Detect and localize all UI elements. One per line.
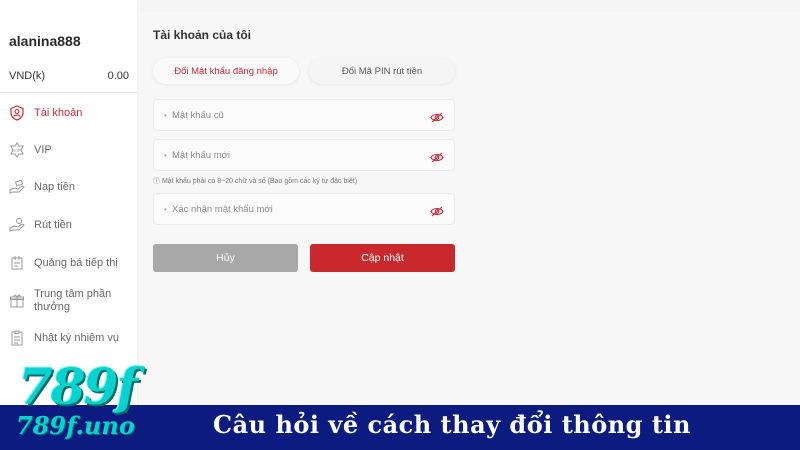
sidebar-item-label: Tài khoản [34, 106, 83, 119]
page-title: Tài khoản của tôi [153, 28, 252, 42]
brand-domain: 789f.uno [16, 411, 135, 440]
sidebar-item-deposit[interactable]: Nạp tiền [0, 172, 137, 202]
info-icon: ⓘ [153, 178, 160, 185]
sidebar-item-label: Trung tâm phần thưởng [34, 288, 112, 313]
task-log-icon [9, 330, 25, 346]
vip-badge-icon: VIP [9, 142, 25, 158]
balance-value: 0.00 [107, 70, 129, 82]
eye-hidden-icon[interactable] [430, 204, 444, 217]
sidebar-item-label: Nạp tiền [34, 180, 75, 193]
sidebar-divider [0, 92, 137, 93]
promotion-icon [9, 255, 25, 271]
new-password-input[interactable] [154, 140, 424, 170]
banner-title: Câu hỏi về cách thay đổi thông tin [213, 410, 691, 439]
sidebar-item-promotion[interactable]: Quảng bá tiếp thị [0, 248, 137, 278]
sidebar-item-rewards[interactable]: Trung tâm phần thưởng [0, 283, 137, 319]
confirm-password-field: • [153, 193, 455, 225]
tab-change-withdraw-pin[interactable]: Đổi Mã PIN rút tiền [309, 58, 455, 84]
gift-icon [9, 293, 25, 309]
confirm-password-input[interactable] [154, 194, 424, 224]
sidebar-item-account[interactable]: Tài khoản [0, 98, 137, 128]
tab-change-login-password[interactable]: Đổi Mật khẩu đăng nhập [153, 58, 299, 84]
sidebar-item-task-log[interactable]: Nhật ký nhiệm vụ [0, 323, 137, 353]
currency-label: VND(k) [9, 70, 46, 82]
new-password-field: • [153, 139, 455, 171]
old-password-field: • [153, 99, 455, 131]
sidebar-item-vip[interactable]: VIP VIP [0, 135, 137, 165]
sidebar-item-label: Quảng bá tiếp thị [34, 256, 118, 269]
sidebar-item-withdraw[interactable]: Rút tiền [0, 210, 137, 240]
old-password-input[interactable] [154, 100, 424, 130]
withdraw-hand-icon [9, 217, 25, 233]
eye-hidden-icon[interactable] [430, 110, 444, 123]
deposit-hand-icon [9, 179, 25, 195]
balance-row: VND(k) 0.00 [9, 70, 129, 82]
cancel-button[interactable]: Hủy [153, 244, 298, 272]
svg-text:VIP: VIP [13, 148, 20, 153]
eye-hidden-icon[interactable] [430, 150, 444, 163]
sidebar-item-label: Nhật ký nhiệm vụ [34, 331, 119, 344]
password-hint: ⓘ Mật khẩu phải có 8~20 chữ và số (Bao g… [153, 176, 357, 186]
username: alanina888 [9, 33, 81, 49]
brand-logo: 789f [18, 357, 138, 416]
password-hint-text: Mật khẩu phải có 8~20 chữ và số (Bao gồm… [161, 178, 358, 185]
user-shield-icon [9, 105, 25, 121]
update-button[interactable]: Cập nhật [310, 244, 455, 272]
sidebar-item-label: Rút tiền [34, 218, 72, 231]
sidebar-item-label: VIP [34, 143, 52, 156]
